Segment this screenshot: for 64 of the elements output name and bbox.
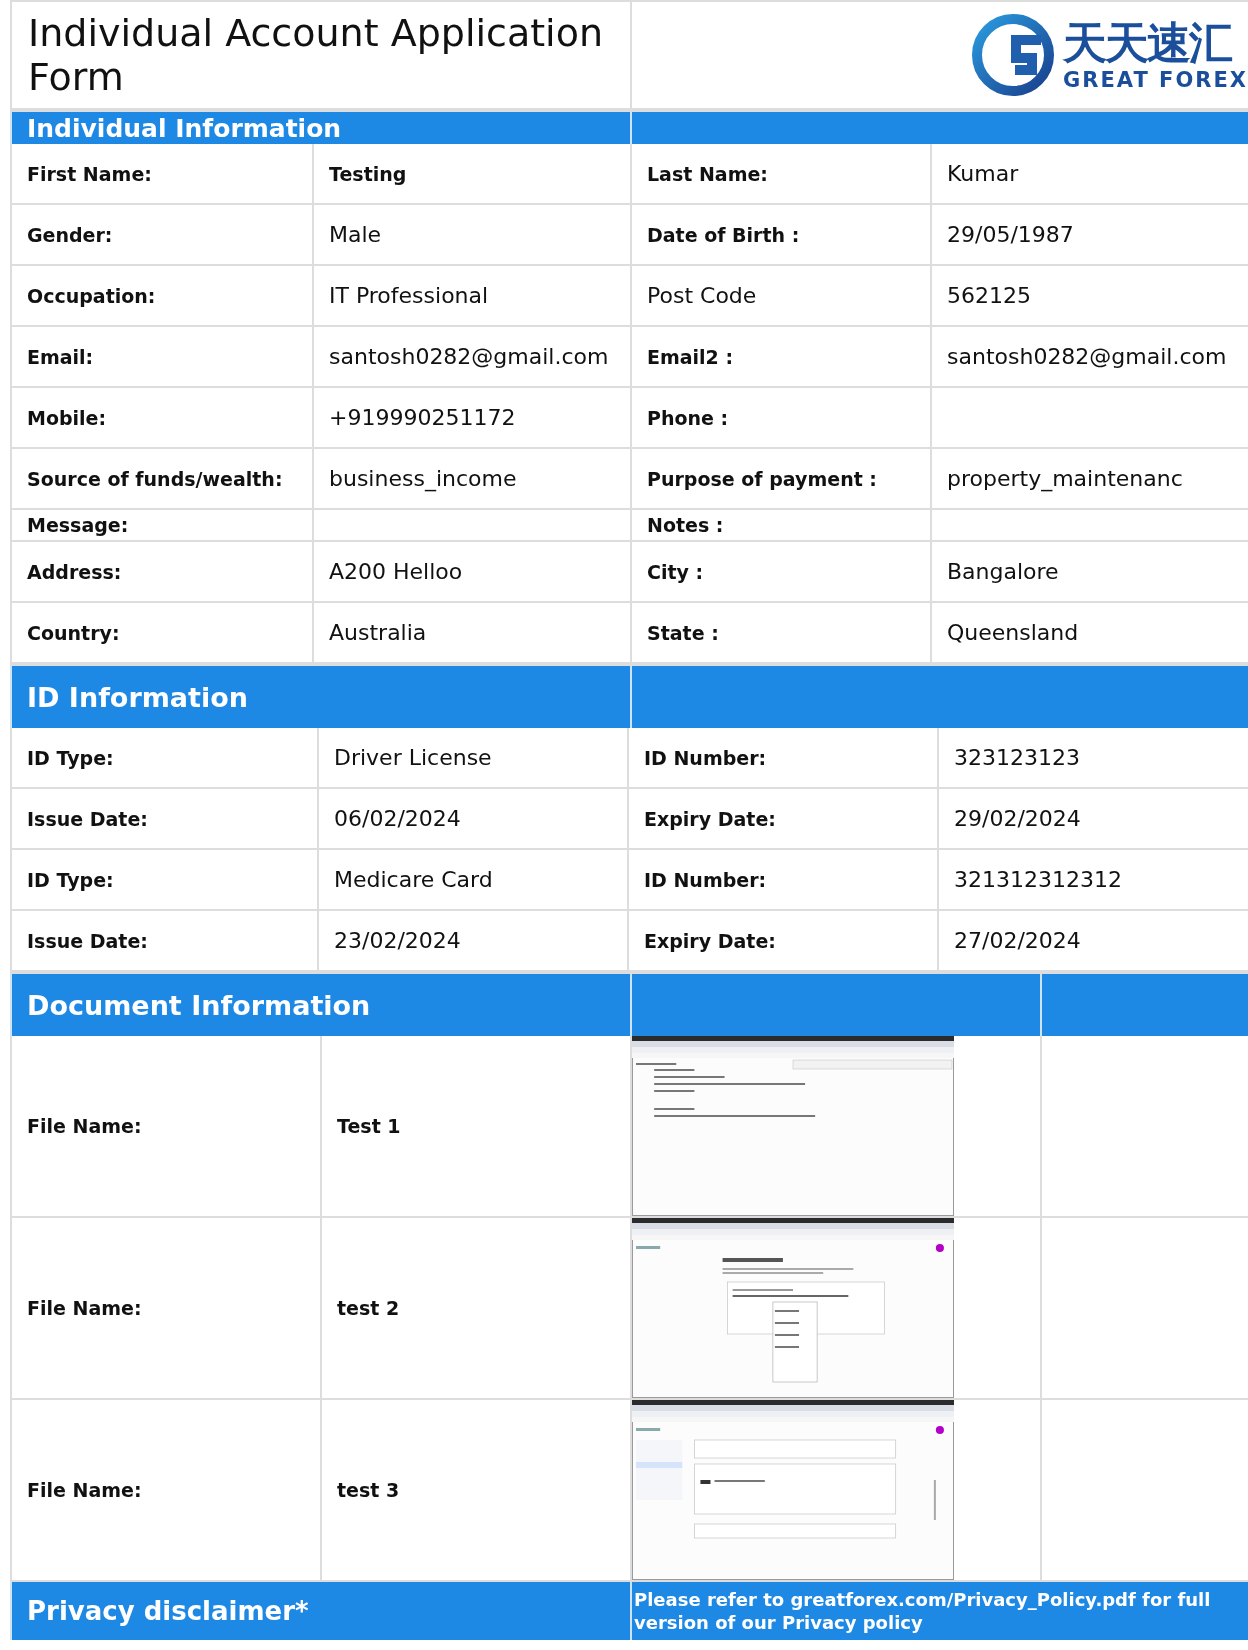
field-value: Driver License xyxy=(334,745,492,770)
field-label: Mobile: xyxy=(27,406,107,429)
field-value: 323123123 xyxy=(954,745,1080,770)
logo-chinese-text: 天天速汇 xyxy=(1063,18,1232,68)
field-value: 27/02/2024 xyxy=(954,928,1081,953)
section-header: Individual Information xyxy=(10,112,630,144)
field-label: Expiry Date: xyxy=(644,929,776,952)
field-value: Testing xyxy=(329,162,407,185)
field-value: Medicare Card xyxy=(334,867,493,892)
file-name: test 3 xyxy=(337,1479,400,1501)
field-label: Country: xyxy=(27,621,120,644)
field-value: santosh0282@gmail.com xyxy=(947,344,1227,369)
privacy-note: Please refer to greatforex.com/Privacy_Policy.pdf for full version of our Privacy policy xyxy=(630,1582,1248,1640)
section-header: Document Information xyxy=(10,974,630,1036)
field-label: Email: xyxy=(27,345,94,368)
field-label: Source of funds/wealth: xyxy=(27,467,283,490)
field-label: Issue Date: xyxy=(27,929,148,952)
section-header: ID Information xyxy=(10,666,630,728)
field-label: File Name: xyxy=(27,1479,142,1501)
field-value: santosh0282@gmail.com xyxy=(329,344,609,369)
field-label: City : xyxy=(647,560,704,583)
field-value: 23/02/2024 xyxy=(334,928,461,953)
field-label: Expiry Date: xyxy=(644,807,776,830)
field-value: Kumar xyxy=(947,161,1019,186)
field-value: Australia xyxy=(329,620,427,645)
field-value: IT Professional xyxy=(329,283,489,308)
field-value: business_income xyxy=(329,466,517,491)
field-label: Phone : xyxy=(647,406,729,429)
field-value: Bangalore xyxy=(947,559,1059,584)
field-label: Date of Birth : xyxy=(647,223,800,246)
field-value: A200 Helloo xyxy=(329,559,463,584)
logo-english-text: GREAT FOREX xyxy=(1063,68,1248,92)
field-label: Email2 : xyxy=(647,345,734,368)
field-value: +919990251172 xyxy=(329,405,516,430)
field-value: Queensland xyxy=(947,620,1079,645)
field-label: State : xyxy=(647,621,719,644)
field-label: Message: xyxy=(27,514,129,536)
field-label: File Name: xyxy=(27,1297,142,1319)
field-label: Issue Date: xyxy=(27,807,148,830)
logo-icon xyxy=(971,13,1056,97)
field-label: ID Number: xyxy=(644,868,767,891)
field-label: Occupation: xyxy=(27,284,156,307)
field-label: Address: xyxy=(27,560,122,583)
field-value: 321312312312 xyxy=(954,867,1122,892)
field-value: 29/02/2024 xyxy=(954,806,1081,831)
field-value: property_maintenanc xyxy=(947,466,1183,491)
file-name: test 2 xyxy=(337,1297,400,1319)
field-label: Last Name: xyxy=(647,162,768,185)
field-label: First Name: xyxy=(27,162,152,185)
field-value: Male xyxy=(329,222,382,247)
field-label: ID Type: xyxy=(27,868,114,891)
field-label: Post Code xyxy=(647,283,757,308)
form-title: Individual Account Application Form xyxy=(27,11,604,99)
field-label: File Name: xyxy=(27,1115,142,1137)
field-label: ID Type: xyxy=(27,746,114,769)
field-value: 06/02/2024 xyxy=(334,806,461,831)
field-label: Notes : xyxy=(647,514,724,536)
field-label: Gender: xyxy=(27,223,113,246)
field-label: ID Number: xyxy=(644,746,767,769)
field-label: Purpose of payment : xyxy=(647,467,877,490)
field-value: 562125 xyxy=(947,283,1031,308)
field-value: 29/05/1987 xyxy=(947,222,1074,247)
file-name: Test 1 xyxy=(337,1115,401,1137)
section-header: Privacy disclaimer* xyxy=(10,1582,630,1640)
